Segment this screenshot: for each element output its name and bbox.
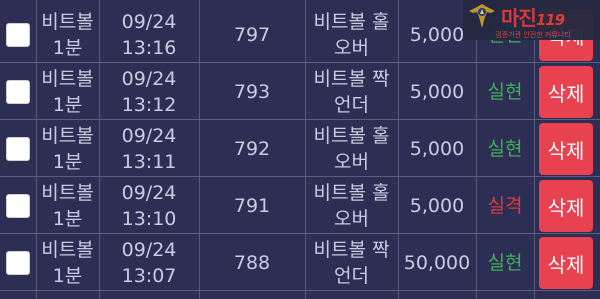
table-row: 비트볼 1분 09/24 13:11 792 비트볼 홀 오버 5,000 실현…: [0, 120, 600, 177]
row-select-cell: [0, 120, 36, 177]
table-row: 비트볼 1분 09/24 13:10 791 비트볼 홀 오버 5,000 실격…: [0, 177, 600, 234]
row-select-cell: [0, 234, 36, 291]
game-cell: 비트볼 1분: [36, 177, 99, 234]
result-cell: 실현: [487, 80, 523, 103]
pick-line-2: 오버: [334, 36, 369, 59]
row-checkbox[interactable]: [6, 193, 30, 218]
pick-line-2: 언더: [334, 264, 369, 287]
game-cell: 비트볼 1분: [36, 6, 99, 63]
round-cell: 788: [233, 251, 271, 274]
pick-cell: 비트볼 짝 언더: [305, 234, 398, 291]
eagle-emblem-icon: [469, 4, 495, 28]
amount-cell: 5,000: [409, 80, 465, 103]
datetime-cell: 09/24 13:07: [99, 234, 199, 291]
game-interval: 1분: [52, 150, 83, 173]
round-cell: 791: [233, 194, 271, 217]
bet-date: 09/24: [121, 238, 177, 261]
bet-date: 09/24: [121, 181, 177, 204]
bet-history-table: 비트볼 1분 09/24 13:16 797 비트볼 홀 오버 5,000 실현…: [0, 0, 600, 299]
amount-cell: 5,000: [409, 194, 465, 217]
row-select-cell: [0, 63, 36, 120]
bet-time: 13:11: [121, 150, 177, 173]
bet-time: 13:12: [121, 93, 177, 116]
bet-time: 13:16: [121, 36, 177, 59]
bet-date: 09/24: [121, 10, 177, 33]
datetime-cell: 09/24 13:10: [99, 177, 199, 234]
pick-line-2: 오버: [334, 207, 369, 230]
delete-button[interactable]: 삭제: [539, 123, 593, 175]
row-checkbox[interactable]: [6, 79, 30, 104]
bet-date: 09/24: [121, 124, 177, 147]
table-row: 비트볼 1분 09/24 13:12 793 비트볼 짝 언더 5,000 실현…: [0, 63, 600, 120]
table-row: 비트볼 1분 09/24 13:07 788 비트볼 짝 언더 50,000 실…: [0, 234, 600, 291]
pick-cell: 비트볼 홀 오버: [305, 6, 398, 63]
game-interval: 1분: [52, 93, 83, 116]
bet-date: 09/24: [121, 67, 177, 90]
pick-line-1: 비트볼 홀: [313, 10, 390, 33]
delete-button[interactable]: 삭제: [539, 180, 593, 232]
pick-cell: 비트볼 홀 오버: [305, 120, 398, 177]
datetime-cell: 09/24 13:12: [99, 63, 199, 120]
watermark-suffix: 119: [535, 11, 565, 29]
game-name: 비트볼: [41, 67, 94, 90]
pick-cell: 비트볼 짝 언더: [305, 63, 398, 120]
bet-time: 13:10: [121, 207, 177, 230]
game-interval: 1분: [52, 264, 83, 287]
watermark-subtitle: 검증기관 안전한 커뮤니티: [495, 31, 571, 39]
game-cell: 비트볼 1분: [36, 63, 99, 120]
result-cell: 실현: [487, 251, 523, 274]
pick-cell: 비트볼 홀 오버: [305, 177, 398, 234]
game-interval: 1분: [52, 207, 83, 230]
watermark-title: 마진119: [501, 2, 565, 31]
datetime-cell: 09/24 13:11: [99, 120, 199, 177]
row-select-cell: [0, 6, 36, 63]
game-cell: 비트볼 1분: [36, 120, 99, 177]
watermark-logo: 마진119 검증기관 안전한 커뮤니티: [463, 0, 600, 40]
watermark-title-text: 마진: [501, 6, 537, 30]
pick-line-1: 비트볼 짝: [313, 238, 390, 261]
round-cell: 792: [233, 137, 271, 160]
result-cell: 실격: [487, 194, 523, 217]
game-name: 비트볼: [41, 124, 94, 147]
pick-line-2: 오버: [334, 150, 369, 173]
pick-line-1: 비트볼 홀: [313, 124, 390, 147]
round-cell: 797: [233, 23, 271, 46]
row-checkbox[interactable]: [6, 136, 30, 161]
game-name: 비트볼: [41, 10, 94, 33]
row-select-cell: [0, 177, 36, 234]
game-cell: 비트볼 1분: [36, 234, 99, 291]
row-checkbox[interactable]: [6, 250, 30, 275]
pick-line-1: 비트볼 홀: [313, 181, 390, 204]
game-interval: 1분: [52, 36, 83, 59]
game-name: 비트볼: [41, 181, 94, 204]
datetime-cell: 09/24 13:16: [99, 6, 199, 63]
bet-time: 13:07: [121, 264, 177, 287]
pick-line-2: 언더: [334, 93, 369, 116]
delete-button[interactable]: 삭제: [539, 237, 593, 289]
row-checkbox[interactable]: [6, 22, 30, 47]
pick-line-1: 비트볼 짝: [313, 67, 390, 90]
delete-button[interactable]: 삭제: [539, 66, 593, 118]
round-cell: 793: [233, 80, 271, 103]
result-cell: 실현: [487, 137, 523, 160]
game-name: 비트볼: [41, 238, 94, 261]
amount-cell: 50,000: [403, 251, 471, 274]
amount-cell: 5,000: [409, 137, 465, 160]
